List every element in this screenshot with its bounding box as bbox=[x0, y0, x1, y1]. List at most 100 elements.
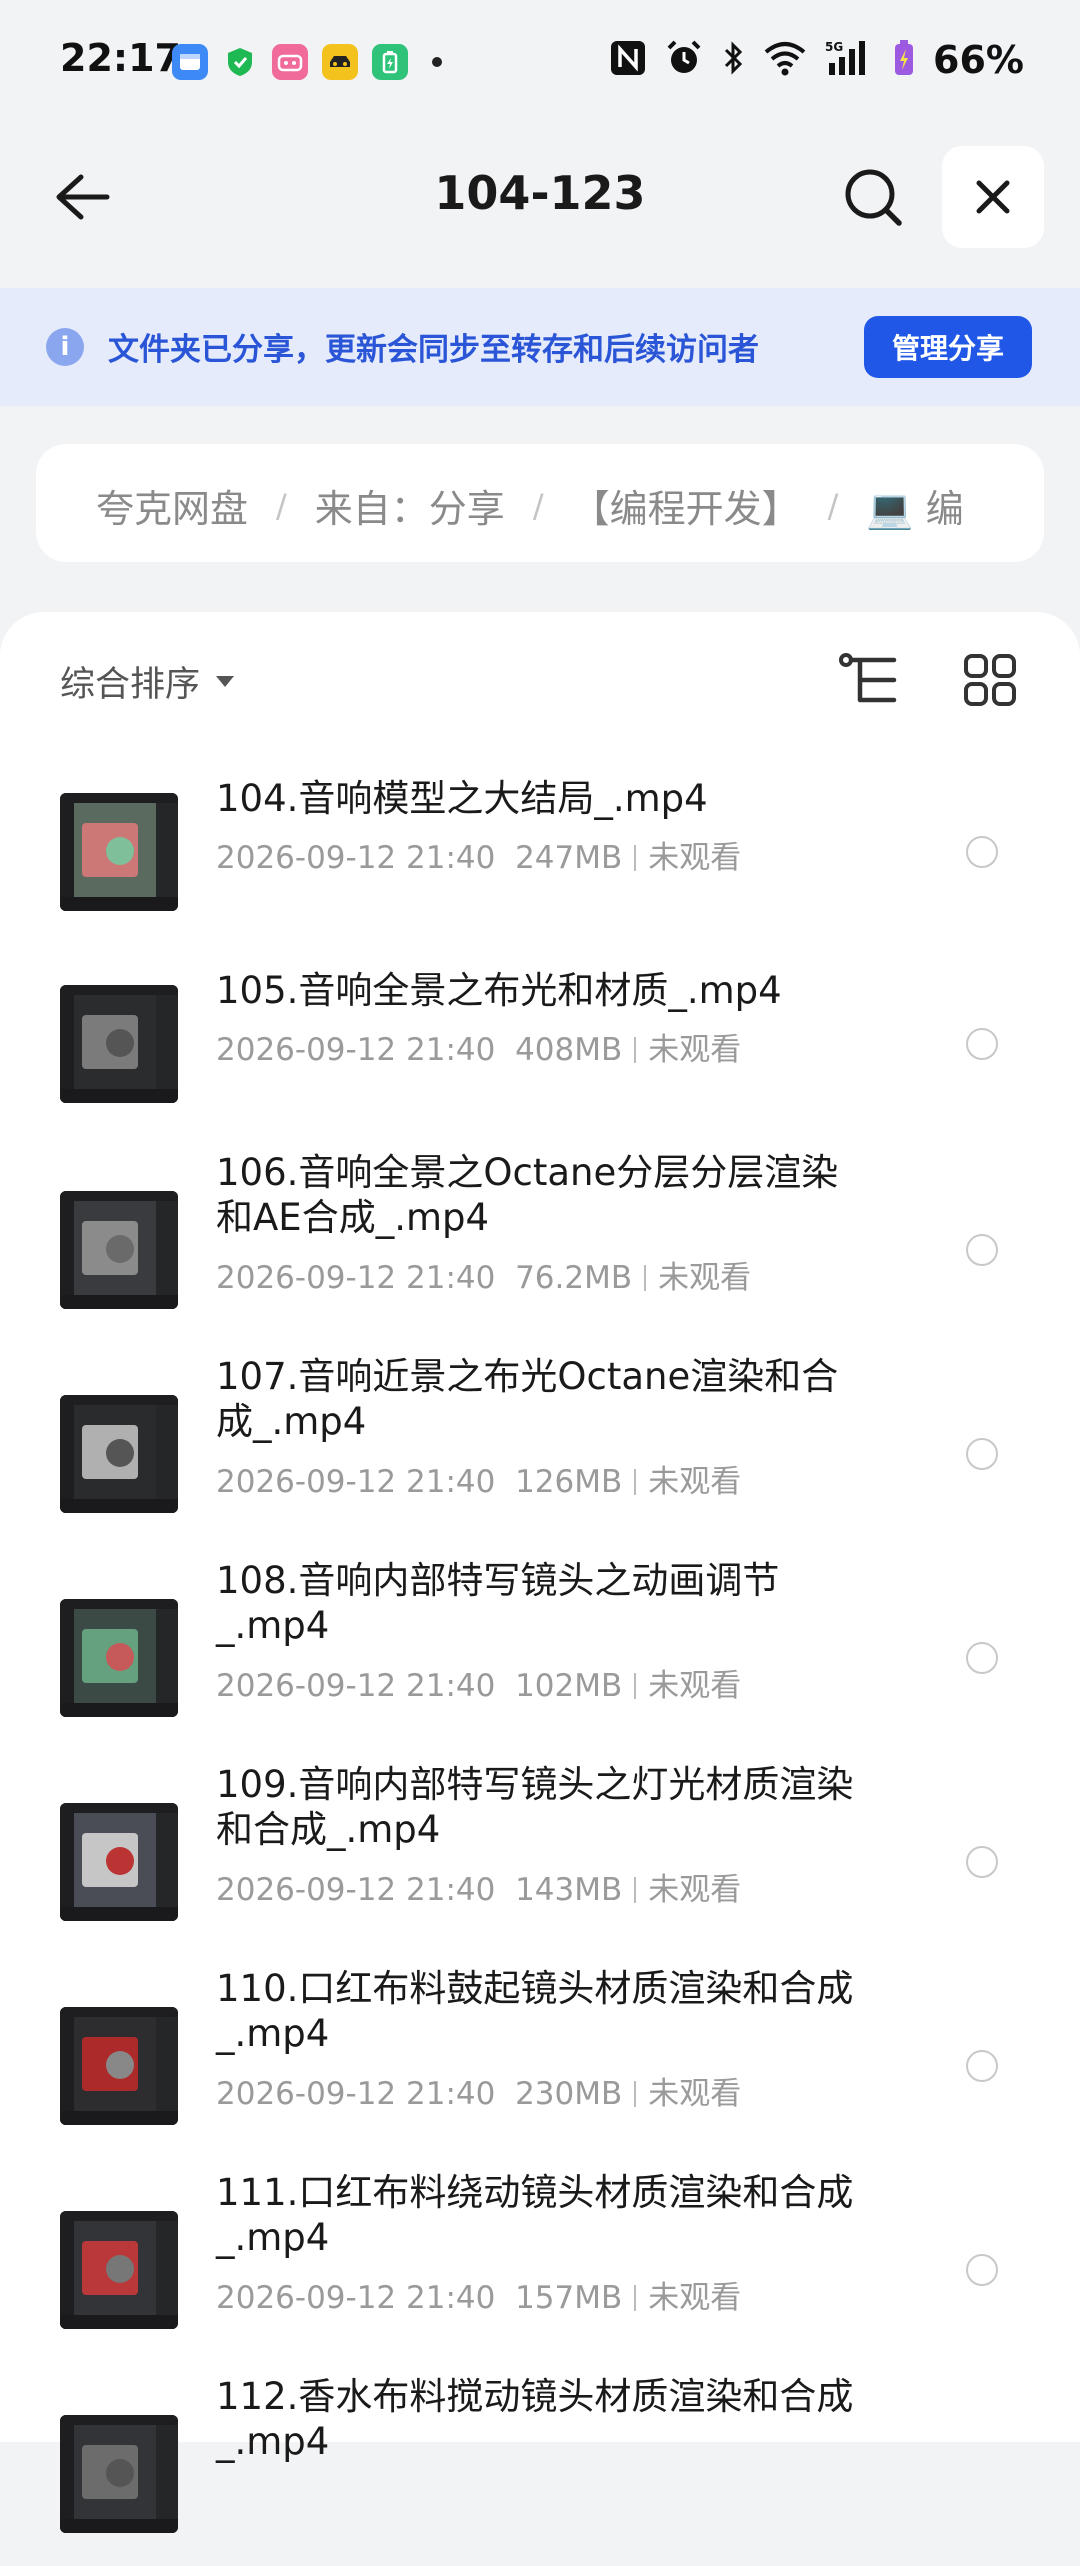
breadcrumb-item[interactable]: 来自：分享 bbox=[315, 478, 505, 533]
meta-divider bbox=[634, 1877, 637, 1903]
page-title: 104-123 bbox=[434, 166, 646, 220]
file-row[interactable]: 106.音响全景之Octane分层分层渲染和AE合成_.mp4 2026-09-1… bbox=[0, 1138, 1080, 1342]
select-radio[interactable] bbox=[966, 836, 998, 868]
file-name: 106.音响全景之Octane分层分层渲染和AE合成_.mp4 bbox=[216, 1151, 839, 1239]
select-radio[interactable] bbox=[966, 1438, 998, 1470]
info-icon: i bbox=[46, 328, 84, 366]
share-banner: i 文件夹已分享，更新会同步至转存和后续访问者 管理分享 bbox=[0, 288, 1080, 406]
cellular-signal-icon: 5G bbox=[825, 39, 875, 81]
watch-status: 未观看 bbox=[648, 2076, 742, 2112]
select-radio[interactable] bbox=[966, 2050, 998, 2082]
alarm-icon bbox=[665, 39, 703, 81]
file-date: 2026-09-12 21:40 bbox=[216, 1260, 496, 1296]
file-row[interactable]: 108.音响内部特写镜头之动画调节_.mp4 2026-09-12 21:40 1… bbox=[0, 1546, 1080, 1750]
file-row[interactable]: 104.音响模型之大结局_.mp4 2026-09-12 21:40 247MB 未… bbox=[0, 754, 1080, 958]
select-radio[interactable] bbox=[966, 1642, 998, 1674]
select-radio[interactable] bbox=[966, 1028, 998, 1060]
file-meta: 2026-09-12 21:40 143MB 未观看 bbox=[216, 1864, 741, 1909]
file-row[interactable]: 111.口红布料绕动镜头材质渲染和合成_.mp4 2026-09-12 21:40… bbox=[0, 2158, 1080, 2362]
file-row[interactable]: 110.口红布料鼓起镜头材质渲染和合成_.mp4 2026-09-12 21:40… bbox=[0, 1954, 1080, 2158]
select-radio[interactable] bbox=[966, 2254, 998, 2286]
file-meta: 2026-09-12 21:40 76.2MB 未观看 bbox=[216, 1252, 751, 1297]
breadcrumb-item[interactable]: 💻 编 bbox=[866, 478, 963, 533]
wifi-icon bbox=[763, 40, 807, 80]
meta-divider bbox=[634, 1673, 637, 1699]
file-size: 102MB bbox=[515, 1668, 623, 1704]
video-thumbnail bbox=[60, 2211, 178, 2329]
video-thumbnail bbox=[60, 1395, 178, 1513]
file-row[interactable]: 112.香水布料搅动镜头材质渲染和合成_.mp4 bbox=[0, 2362, 1080, 2566]
watch-status: 未观看 bbox=[648, 1464, 742, 1500]
meta-divider bbox=[644, 1265, 647, 1291]
search-icon bbox=[845, 169, 902, 226]
system-indicators: 5G 66% bbox=[609, 38, 1024, 82]
breadcrumb: 夸克网盘 / 来自：分享 / 【编程开发】 / 💻 编 bbox=[36, 444, 1044, 562]
watch-status: 未观看 bbox=[648, 2280, 742, 2316]
bilibili-app-icon bbox=[272, 44, 308, 80]
files-app-icon bbox=[172, 44, 208, 80]
file-name: 105.音响全景之布光和材质_.mp4 bbox=[216, 969, 782, 1012]
file-meta: 2026-09-12 21:40 126MB 未观看 bbox=[216, 1456, 741, 1501]
file-date: 2026-09-12 21:40 bbox=[216, 1464, 496, 1500]
file-date: 2026-09-12 21:40 bbox=[216, 1668, 496, 1704]
notification-icons bbox=[172, 44, 442, 80]
file-date: 2026-09-12 21:40 bbox=[216, 2280, 496, 2316]
video-thumbnail bbox=[60, 793, 178, 911]
meta-divider bbox=[634, 2081, 637, 2107]
file-size: 247MB bbox=[515, 840, 623, 876]
watch-status: 未观看 bbox=[658, 1260, 752, 1296]
breadcrumb-item[interactable]: 夸克网盘 bbox=[96, 478, 248, 533]
close-button[interactable] bbox=[942, 146, 1044, 248]
status-bar: 22:17 5G 66% bbox=[0, 0, 1080, 120]
sort-label: 综合排序 bbox=[60, 665, 201, 705]
tree-view-button[interactable] bbox=[836, 648, 900, 712]
file-meta: 2026-09-12 21:40 247MB 未观看 bbox=[216, 832, 741, 877]
caret-down-icon bbox=[216, 676, 235, 687]
file-date: 2026-09-12 21:40 bbox=[216, 2076, 496, 2112]
nfc-icon bbox=[609, 39, 647, 81]
file-name: 112.香水布料搅动镜头材质渲染和合成_.mp4 bbox=[216, 2375, 854, 2463]
breadcrumb-item[interactable]: 【编程开发】 bbox=[572, 478, 800, 533]
grid-icon bbox=[964, 654, 1016, 706]
status-time: 22:17 bbox=[60, 36, 181, 80]
sort-dropdown[interactable]: 综合排序 bbox=[60, 656, 235, 707]
video-thumbnail bbox=[60, 1803, 178, 1921]
breadcrumb-separator: / bbox=[532, 486, 544, 525]
meta-divider bbox=[634, 1469, 637, 1495]
file-name: 109.音响内部特写镜头之灯光材质渲染和合成_.mp4 bbox=[216, 1763, 854, 1851]
more-notifications-dot bbox=[432, 57, 442, 67]
battery-app-icon bbox=[372, 44, 408, 80]
meta-divider bbox=[634, 1037, 637, 1063]
file-meta: 2026-09-12 21:40 408MB 未观看 bbox=[216, 1024, 741, 1069]
file-size: 126MB bbox=[515, 1464, 623, 1500]
arrow-left-icon bbox=[56, 174, 110, 220]
share-banner-text: 文件夹已分享，更新会同步至转存和后续访问者 bbox=[108, 332, 759, 368]
grid-view-button[interactable] bbox=[958, 648, 1022, 712]
file-name: 111.口红布料绕动镜头材质渲染和合成_.mp4 bbox=[216, 2171, 854, 2259]
file-panel: 综合排序 104.音响模型之大结局_.mp4 2026-09-12 21:40 2… bbox=[0, 612, 1080, 2533]
file-row[interactable]: 109.音响内部特写镜头之灯光材质渲染和合成_.mp4 2026-09-12 21… bbox=[0, 1750, 1080, 1954]
file-date: 2026-09-12 21:40 bbox=[216, 1032, 496, 1068]
video-thumbnail bbox=[60, 2007, 178, 2125]
file-row[interactable]: 107.音响近景之布光Octane渲染和合成_.mp4 2026-09-12 21… bbox=[0, 1342, 1080, 1546]
file-size: 143MB bbox=[515, 1872, 623, 1908]
file-size: 76.2MB bbox=[515, 1260, 633, 1296]
file-size: 408MB bbox=[515, 1032, 623, 1068]
file-meta: 2026-09-12 21:40 157MB 未观看 bbox=[216, 2272, 741, 2317]
file-row[interactable]: 105.音响全景之布光和材质_.mp4 2026-09-12 21:40 408M… bbox=[0, 946, 1080, 1150]
search-button[interactable] bbox=[838, 162, 908, 232]
file-size: 230MB bbox=[515, 2076, 623, 2112]
bluetooth-icon bbox=[721, 39, 745, 81]
meta-divider bbox=[634, 845, 637, 871]
file-name: 107.音响近景之布光Octane渲染和合成_.mp4 bbox=[216, 1355, 839, 1443]
breadcrumb-separator: / bbox=[276, 486, 287, 525]
manage-share-button[interactable]: 管理分享 bbox=[864, 316, 1032, 378]
tree-structure-icon bbox=[839, 653, 897, 703]
file-meta: 2026-09-12 21:40 102MB 未观看 bbox=[216, 1660, 741, 1705]
battery-percent: 66% bbox=[933, 38, 1024, 82]
file-name: 104.音响模型之大结局_.mp4 bbox=[216, 777, 708, 820]
select-radio[interactable] bbox=[966, 1846, 998, 1878]
file-meta: 2026-09-12 21:40 230MB 未观看 bbox=[216, 2068, 741, 2113]
back-button[interactable] bbox=[46, 162, 116, 232]
select-radio[interactable] bbox=[966, 1234, 998, 1266]
